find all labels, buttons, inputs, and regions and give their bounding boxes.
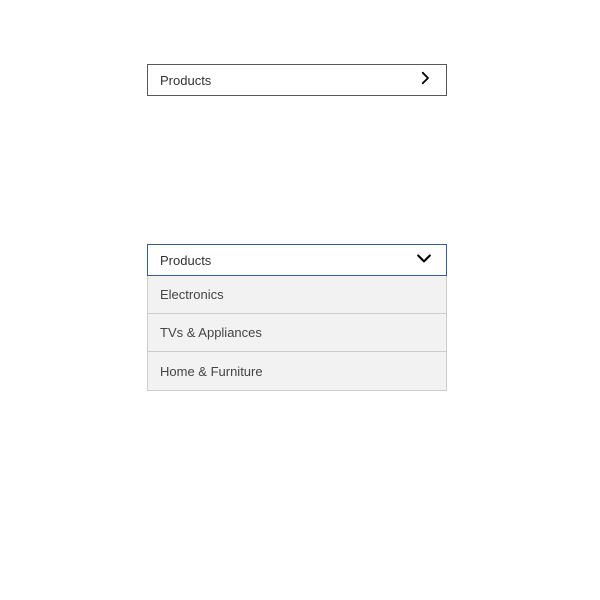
dropdown-item-electronics[interactable]: Electronics (148, 276, 446, 314)
dropdown-open-label: Products (160, 253, 211, 268)
dropdown-item-label: Electronics (160, 287, 224, 302)
dropdown-item-tvs-appliances[interactable]: TVs & Appliances (148, 314, 446, 352)
dropdown-list: Electronics TVs & Appliances Home & Furn… (147, 276, 447, 391)
dropdown-item-label: Home & Furniture (160, 364, 263, 379)
chevron-right-icon (416, 69, 434, 92)
dropdown-item-label: TVs & Appliances (160, 325, 262, 340)
dropdown-open-header[interactable]: Products (147, 244, 447, 276)
dropdown-open: Products Electronics TVs & Appliances Ho… (147, 244, 447, 391)
chevron-down-icon (414, 248, 434, 273)
dropdown-closed-label: Products (160, 73, 211, 88)
dropdown-closed[interactable]: Products (147, 64, 447, 96)
dropdown-item-home-furniture[interactable]: Home & Furniture (148, 352, 446, 390)
